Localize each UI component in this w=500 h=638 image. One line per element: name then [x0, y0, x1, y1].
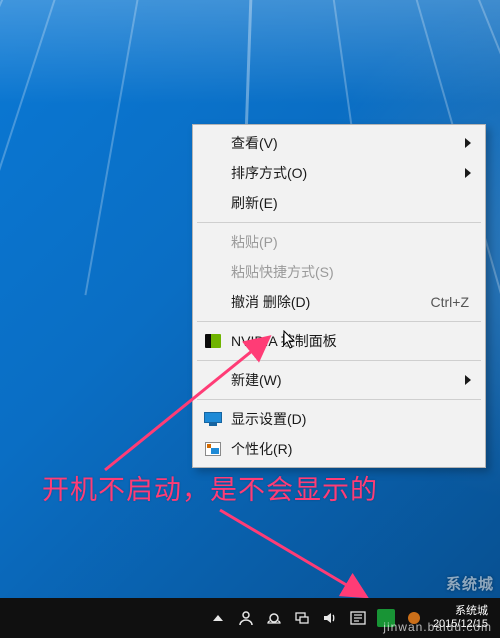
clock-line-1: 系统城: [433, 605, 488, 618]
tray-network-icon[interactable]: [293, 609, 311, 627]
chevron-right-icon: [465, 375, 471, 385]
tray-weather-icon[interactable]: [265, 609, 283, 627]
menu-item-label: 查看(V): [231, 133, 469, 153]
personalize-icon: [204, 440, 222, 458]
tray-people-icon[interactable]: [237, 609, 255, 627]
menu-item-label: 显示设置(D): [231, 409, 469, 429]
nvidia-icon: [204, 332, 222, 350]
source-watermark: jinwan.baidu.com: [383, 620, 492, 634]
menu-separator: [197, 399, 481, 400]
annotation-text: 开机不启动，是不会显示的: [42, 468, 378, 507]
menu-item-view[interactable]: 查看(V): [195, 128, 483, 158]
chevron-right-icon: [465, 168, 471, 178]
menu-item-paste: 粘贴(P): [195, 227, 483, 257]
menu-item-nvidia-control-panel[interactable]: NVIDIA 控制面板: [195, 326, 483, 356]
menu-item-paste-shortcut: 粘贴快捷方式(S): [195, 257, 483, 287]
desktop-context-menu: 查看(V) 排序方式(O) 刷新(E) 粘贴(P) 粘贴快捷方式(S) 撤消 删…: [192, 124, 486, 468]
menu-item-label: NVIDIA 控制面板: [231, 331, 469, 351]
chevron-right-icon: [465, 138, 471, 148]
display-icon: [204, 410, 222, 428]
menu-separator: [197, 360, 481, 361]
menu-item-new[interactable]: 新建(W): [195, 365, 483, 395]
menu-separator: [197, 321, 481, 322]
menu-item-label: 撤消 删除(D): [231, 292, 411, 312]
desktop-wallpaper[interactable]: 查看(V) 排序方式(O) 刷新(E) 粘贴(P) 粘贴快捷方式(S) 撤消 删…: [0, 0, 500, 638]
light-ray: [84, 0, 142, 295]
menu-item-shortcut: Ctrl+Z: [431, 294, 470, 310]
tray-ime-icon[interactable]: [349, 609, 367, 627]
menu-item-label: 新建(W): [231, 370, 469, 390]
menu-item-display-settings[interactable]: 显示设置(D): [195, 404, 483, 434]
menu-item-undo-delete[interactable]: 撤消 删除(D) Ctrl+Z: [195, 287, 483, 317]
menu-item-label: 粘贴快捷方式(S): [231, 262, 469, 282]
watermark-text: 系统城: [446, 573, 494, 594]
menu-item-refresh[interactable]: 刷新(E): [195, 188, 483, 218]
menu-item-personalize[interactable]: 个性化(R): [195, 434, 483, 464]
menu-item-label: 个性化(R): [231, 439, 469, 459]
tray-volume-icon[interactable]: [321, 609, 339, 627]
menu-separator: [197, 222, 481, 223]
menu-item-label: 排序方式(O): [231, 163, 469, 183]
tray-overflow-icon[interactable]: [209, 609, 227, 627]
menu-item-sort[interactable]: 排序方式(O): [195, 158, 483, 188]
light-ray: [0, 0, 62, 304]
menu-item-label: 粘贴(P): [231, 232, 469, 252]
menu-item-label: 刷新(E): [231, 193, 469, 213]
